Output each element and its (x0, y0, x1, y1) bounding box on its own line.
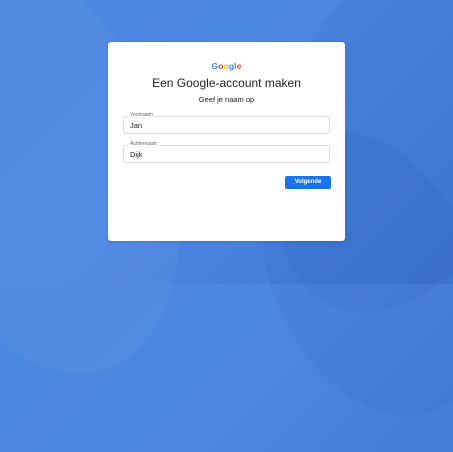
page-title: Een Google-account maken (152, 76, 301, 90)
page-subtitle: Geef je naam op (198, 95, 255, 104)
last-name-value[interactable]: Dijk (130, 150, 143, 159)
last-name-field[interactable]: Achternaam Dijk (123, 141, 330, 163)
last-name-label: Achternaam (128, 141, 159, 147)
logo-letter: e (236, 61, 242, 71)
first-name-value[interactable]: Jan (130, 121, 142, 130)
first-name-label: Voornaam (128, 112, 155, 118)
google-logo: Google (108, 61, 345, 71)
next-button[interactable]: Volgende (285, 176, 331, 189)
first-name-field[interactable]: Voornaam Jan (123, 112, 330, 134)
signup-card: Google Een Google-account maken Geef je … (108, 42, 345, 241)
logo-letter: G (211, 61, 219, 71)
